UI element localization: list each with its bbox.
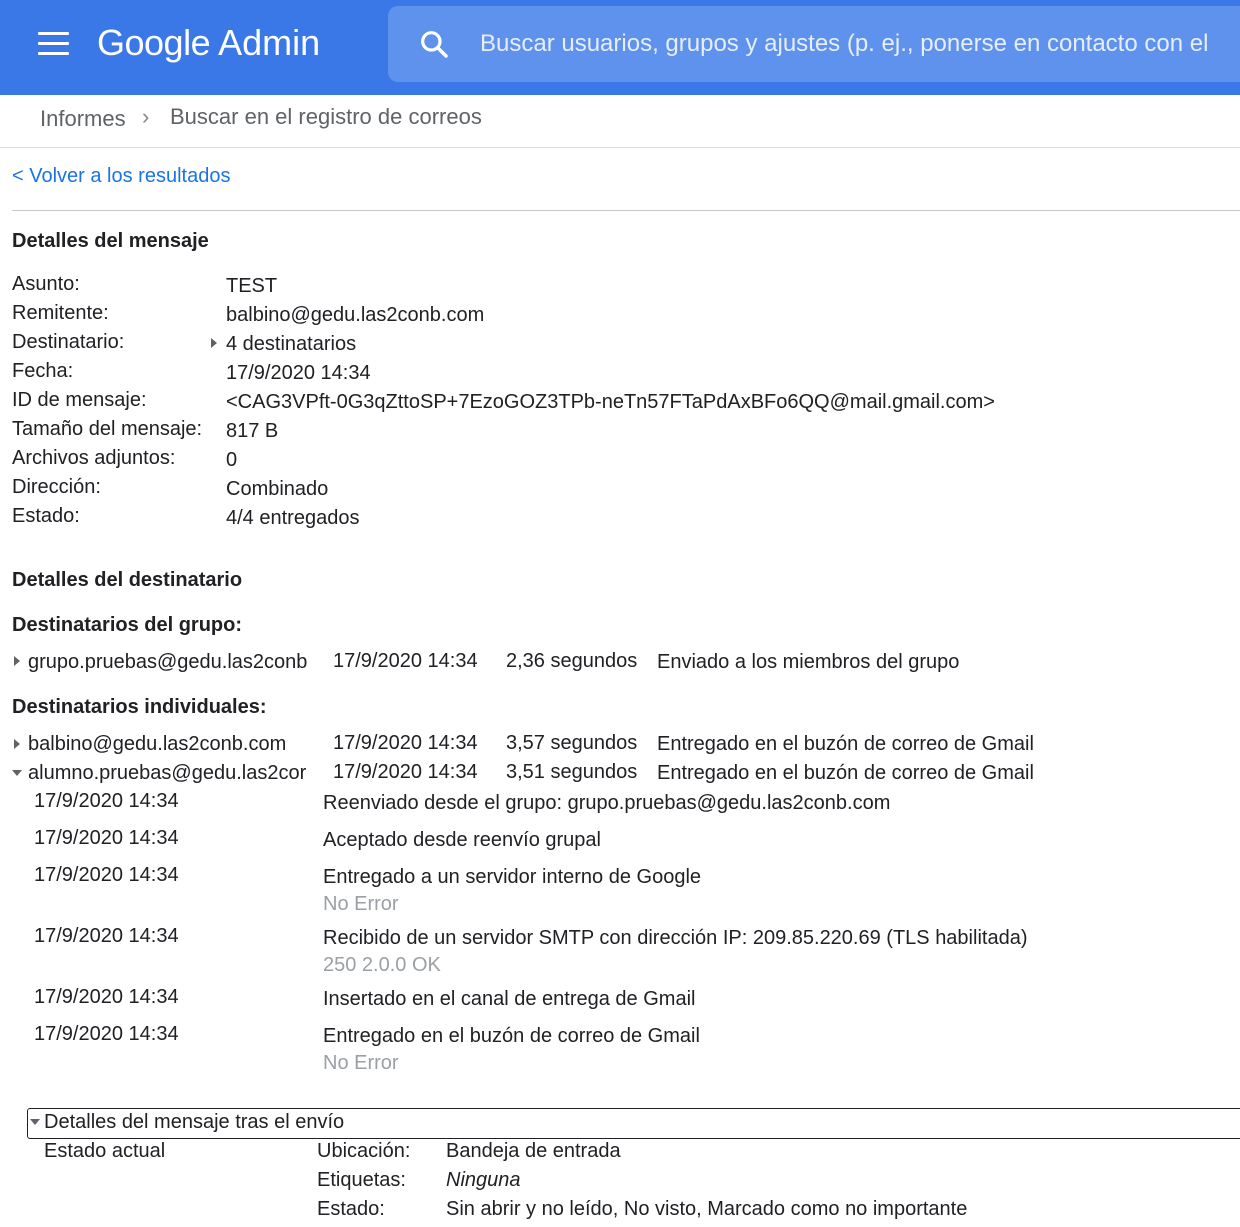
event-text: Entregado en el buzón de correo de Gmail: [323, 1025, 700, 1047]
date-label: Fecha:: [12, 360, 74, 382]
group-recipient-status: Enviado a los miembros del grupo: [657, 651, 960, 673]
post-delivery-title: Detalles del mensaje tras el envío: [44, 1111, 345, 1133]
recipient-details-title: Detalles del destinatario: [12, 569, 243, 591]
sender-label: Remitente:: [12, 302, 109, 324]
event-date: 17/9/2020 14:34: [34, 827, 179, 849]
individual-recipient-status: Entregado en el buzón de correo de Gmail: [657, 762, 1034, 784]
attachments-label: Archivos adjuntos:: [12, 447, 176, 469]
event-text: Reenviado desde el grupo: grupo.pruebas@…: [323, 792, 891, 814]
individual-recipient-duration: 3,57 segundos: [506, 732, 638, 754]
sender-value: balbino@gedu.las2conb.com: [226, 304, 485, 326]
search-input[interactable]: Buscar usuarios, grupos y ajustes (p. ej…: [388, 6, 1240, 82]
state-label: Estado:: [317, 1198, 385, 1220]
event-date: 17/9/2020 14:34: [34, 864, 179, 886]
event-text: Recibido de un servidor SMTP con direcci…: [323, 927, 1028, 949]
logo-admin-text: Admin: [218, 22, 321, 63]
direction-label: Dirección:: [12, 476, 101, 498]
event-text: Aceptado desde reenvío grupal: [323, 829, 601, 851]
triangle-down-icon: [30, 1119, 40, 1125]
location-value: Bandeja de entrada: [446, 1140, 621, 1162]
subject-label: Asunto:: [12, 273, 80, 295]
status-value: 4/4 entregados: [226, 507, 360, 529]
post-delivery-details-toggle[interactable]: Detalles del mensaje tras el envío: [27, 1108, 1240, 1139]
message-size-label: Tamaño del mensaje:: [12, 418, 203, 440]
labels-value: Ninguna: [446, 1169, 521, 1191]
labels-label: Etiquetas:: [317, 1169, 406, 1191]
direction-value: Combinado: [226, 478, 329, 500]
individual-recipient-date: 17/9/2020 14:34: [333, 732, 478, 754]
recipient-label: Destinatario:: [12, 331, 125, 353]
event-text: Insertado en el canal de entrega de Gmai…: [323, 988, 696, 1010]
search-icon: [421, 31, 448, 58]
event-date: 17/9/2020 14:34: [34, 1023, 179, 1045]
attachments-value: 0: [226, 449, 238, 471]
breadcrumb-current: Buscar en el registro de correos: [170, 104, 482, 129]
search-placeholder: Buscar usuarios, grupos y ajustes (p. ej…: [480, 30, 1209, 57]
breadcrumb-root[interactable]: Informes: [40, 106, 126, 132]
divider: [12, 210, 1240, 211]
state-value: Sin abrir y no leído, No visto, Marcado …: [446, 1198, 968, 1220]
recipient-value[interactable]: 4 destinatarios: [226, 333, 356, 356]
app-logo[interactable]: Google Admin: [97, 22, 320, 64]
triangle-right-icon[interactable]: [14, 656, 20, 666]
event-date: 17/9/2020 14:34: [34, 986, 179, 1008]
current-state-label: Estado actual: [44, 1140, 166, 1162]
chevron-right-icon: ›: [142, 104, 150, 129]
event-subtext: No Error: [323, 893, 399, 915]
group-recipients-title: Destinatarios del grupo:: [12, 614, 243, 636]
message-size-value: 817 B: [226, 420, 279, 442]
triangle-right-icon[interactable]: [211, 338, 217, 348]
individual-recipient-address[interactable]: alumno.pruebas@gedu.las2cor: [28, 762, 318, 785]
message-id-label: ID de mensaje:: [12, 389, 147, 411]
event-date: 17/9/2020 14:34: [34, 925, 179, 947]
group-recipient-date: 17/9/2020 14:34: [333, 650, 478, 672]
top-app-bar: Google Admin Buscar usuarios, grupos y a…: [0, 0, 1240, 95]
subject-value: TEST: [226, 275, 278, 297]
individual-recipients-title: Destinatarios individuales:: [12, 696, 267, 718]
individual-recipient-date: 17/9/2020 14:34: [333, 761, 478, 783]
location-label: Ubicación:: [317, 1140, 411, 1162]
event-date: 17/9/2020 14:34: [34, 790, 179, 812]
menu-icon[interactable]: [38, 32, 69, 56]
event-text: Entregado a un servidor interno de Googl…: [323, 866, 702, 888]
event-subtext: No Error: [323, 1052, 399, 1074]
individual-recipient-status: Entregado en el buzón de correo de Gmail: [657, 733, 1034, 755]
event-subtext: 250 2.0.0 OK: [323, 954, 441, 976]
triangle-down-icon[interactable]: [12, 770, 22, 776]
back-to-results-link[interactable]: < Volver a los resultados: [12, 165, 230, 188]
breadcrumb: Informes › Buscar en el registro de corr…: [0, 96, 1240, 148]
individual-recipient-duration: 3,51 segundos: [506, 761, 638, 783]
message-id-value: <CAG3VPft-0G3qZttoSP+7EzoGOZ3TPb-neTn57F…: [226, 391, 995, 413]
group-recipient-address[interactable]: grupo.pruebas@gedu.las2conb: [28, 651, 307, 674]
group-recipient-duration: 2,36 segundos: [506, 650, 638, 672]
date-value: 17/9/2020 14:34: [226, 362, 371, 384]
triangle-right-icon[interactable]: [14, 739, 20, 749]
status-label: Estado:: [12, 505, 80, 527]
logo-google-text: Google: [97, 22, 211, 63]
message-details-title: Detalles del mensaje: [12, 230, 209, 252]
individual-recipient-address[interactable]: balbino@gedu.las2conb.com: [28, 733, 286, 756]
